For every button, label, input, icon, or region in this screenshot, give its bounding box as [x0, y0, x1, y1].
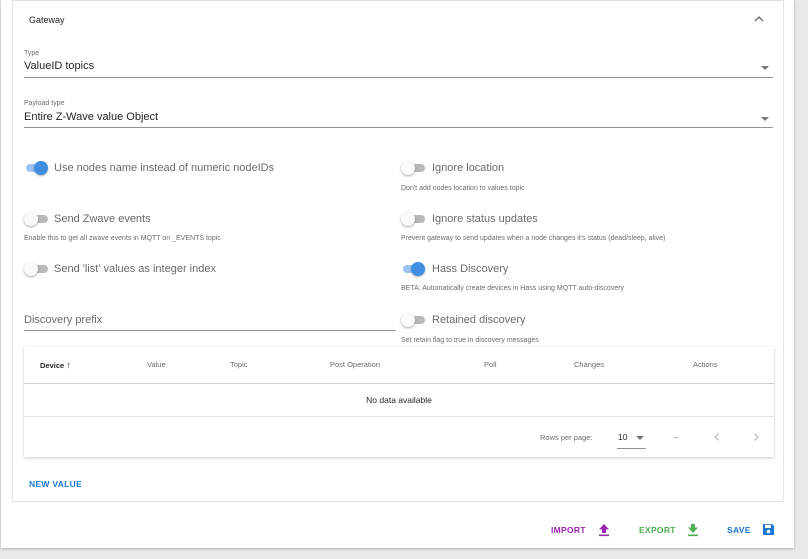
table-header-row: Device ↑ Value Topic Post Operation Poll…: [24, 347, 774, 384]
ignore-location-hint: Don't add nodes location to values topic: [401, 185, 525, 192]
th-poll[interactable]: Poll: [484, 360, 497, 369]
export-label: EXPORT: [639, 525, 676, 535]
discovery-prefix-underline: [24, 330, 396, 331]
hass-discovery-label: Hass Discovery: [432, 263, 509, 275]
send-zwave-events-hint: Enable this to get all zwave events in M…: [24, 235, 221, 242]
sort-arrow-icon: ↑: [66, 360, 71, 370]
no-data-text: No data available: [366, 395, 432, 405]
rows-per-page-label: Rows per page:: [540, 433, 593, 442]
import-button[interactable]: IMPORT: [551, 522, 613, 538]
save-label: SAVE: [727, 525, 751, 535]
payload-label: Payload type: [24, 100, 65, 107]
payload-value: Entire Z-Wave value Object: [24, 111, 159, 123]
table-empty-row: No data available: [24, 384, 774, 417]
th-device[interactable]: Device ↑: [40, 360, 71, 370]
settings-card: Gateway Type ValueID topics Payload type…: [1, 0, 794, 548]
table-footer: Rows per page: 10 –: [24, 417, 774, 457]
send-list-int-switch[interactable]: [24, 262, 48, 276]
values-table: Device ↑ Value Topic Post Operation Poll…: [24, 347, 774, 457]
send-list-int-label: Send 'list' values as integer index: [54, 263, 216, 275]
chevron-up-icon[interactable]: [752, 12, 766, 26]
th-post-operation[interactable]: Post Operation: [330, 360, 380, 369]
discovery-prefix-input[interactable]: Discovery prefix: [24, 309, 396, 333]
new-value-button[interactable]: NEW VALUE: [29, 479, 82, 489]
save-button[interactable]: SAVE: [727, 522, 779, 538]
th-actions: Actions: [693, 360, 718, 369]
export-button[interactable]: EXPORT: [639, 522, 701, 538]
ignore-status-label: Ignore status updates: [432, 213, 538, 225]
ignore-status-hint: Prevent gateway to send updates when a n…: [401, 235, 666, 242]
hass-discovery-switch[interactable]: [401, 262, 425, 276]
retained-discovery-hint: Set retain flag to true in discovery mes…: [401, 337, 539, 344]
panel-title[interactable]: Gateway: [29, 15, 65, 25]
discovery-prefix-placeholder: Discovery prefix: [24, 314, 103, 326]
th-changes[interactable]: Changes: [574, 360, 604, 369]
use-nodes-name-label: Use nodes name instead of numeric nodeID…: [54, 162, 275, 174]
download-icon: [687, 523, 699, 542]
menu-down-icon[interactable]: [761, 66, 769, 70]
send-zwave-events-label: Send Zwave events: [54, 213, 151, 225]
retained-discovery-switch[interactable]: [401, 313, 425, 327]
payload-select[interactable]: Payload type Entire Z-Wave value Object: [24, 97, 773, 129]
type-select[interactable]: Type ValueID topics: [24, 47, 773, 79]
import-label: IMPORT: [551, 525, 586, 535]
th-value[interactable]: Value: [147, 360, 166, 369]
menu-down-icon[interactable]: [761, 117, 769, 121]
th-device-label: Device: [40, 361, 65, 370]
type-value: ValueID topics: [24, 60, 95, 72]
type-underline: [24, 77, 773, 78]
upload-icon: [598, 523, 610, 542]
floppy-icon: [762, 523, 775, 541]
hass-discovery-hint: BETA: Automatically create devices in Ha…: [401, 285, 625, 292]
send-zwave-events-switch[interactable]: [24, 212, 48, 226]
use-nodes-name-switch[interactable]: [24, 161, 48, 175]
type-label: Type: [24, 50, 40, 57]
chevron-right-icon[interactable]: [750, 430, 762, 442]
rows-per-page-value: 10: [618, 432, 628, 442]
ignore-location-switch[interactable]: [401, 161, 425, 175]
th-topic[interactable]: Topic: [230, 360, 248, 369]
page-info: –: [674, 432, 679, 441]
retained-discovery-label: Retained discovery: [432, 314, 526, 326]
rows-per-page-select[interactable]: 10: [617, 428, 646, 449]
ignore-location-label: Ignore location: [432, 162, 505, 174]
menu-down-icon[interactable]: [636, 436, 644, 440]
payload-underline: [24, 127, 773, 128]
gateway-panel: Gateway Type ValueID topics Payload type…: [12, 0, 784, 502]
ignore-status-switch[interactable]: [401, 212, 425, 226]
chevron-left-icon[interactable]: [711, 430, 723, 442]
